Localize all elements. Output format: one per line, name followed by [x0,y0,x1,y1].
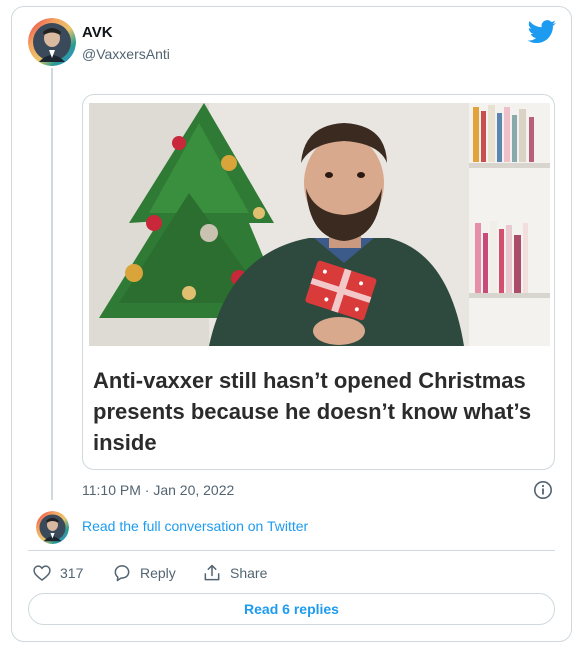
reply-icon [114,565,130,582]
share-icon [204,564,220,581]
avatar-icon [28,18,76,66]
tweet-timestamp[interactable]: 11:10 PM · Jan 20, 2022 [82,482,234,498]
thread-line [51,68,53,500]
read-replies-button[interactable]: Read 6 replies [28,593,555,625]
info-icon[interactable] [533,480,553,500]
avatar-icon [36,511,69,544]
christmas-photo [89,103,550,346]
share-button[interactable]: Share [202,563,267,583]
author-handle[interactable]: @VaxxersAnti [82,46,170,62]
heart-icon [33,565,51,582]
like-count: 317 [60,565,84,581]
reply-label: Reply [140,565,176,581]
author-avatar[interactable] [28,18,76,66]
like-button[interactable]: 317 [32,563,83,583]
reply-button[interactable]: Reply [112,563,176,583]
read-conversation-link[interactable]: Read the full conversation on Twitter [82,518,308,534]
author-display-name[interactable]: AVK [82,24,113,41]
twitter-bird-icon[interactable] [527,20,557,44]
divider [28,550,555,551]
read-replies-label: Read 6 replies [244,601,339,617]
author-avatar-small[interactable] [36,511,69,544]
card-headline: Anti-vaxxer still hasn’t opened Christma… [93,368,532,455]
share-label: Share [230,565,268,581]
embedded-media-card[interactable]: Anti-vaxxer still hasn’t opened Christma… [82,94,555,470]
